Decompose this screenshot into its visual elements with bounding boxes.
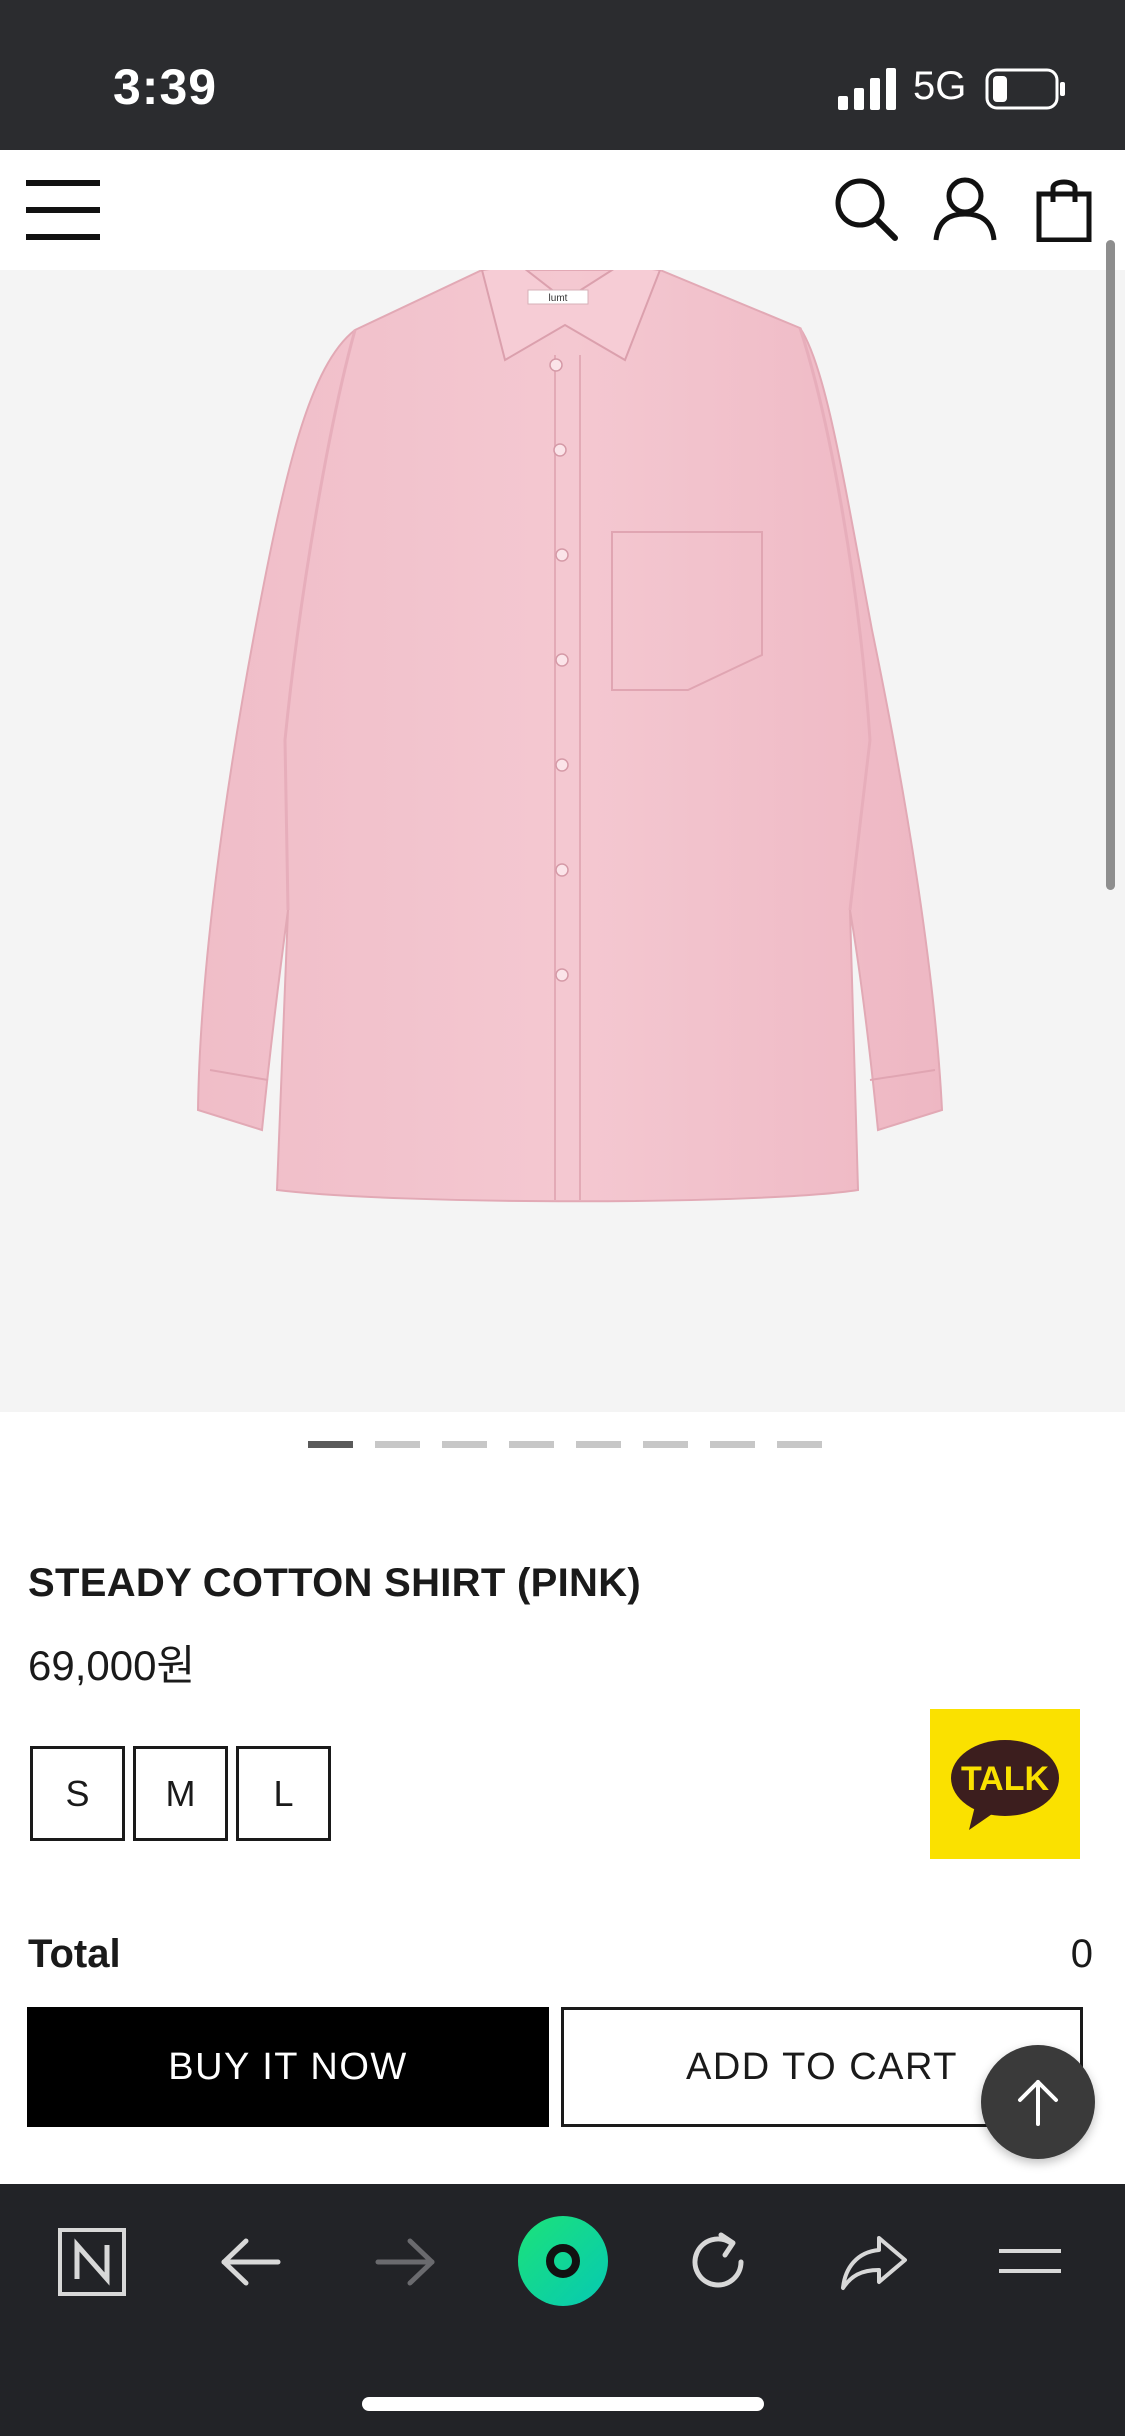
- network-label: 5G: [913, 64, 967, 108]
- size-option-m[interactable]: M: [133, 1746, 228, 1841]
- home-indicator[interactable]: [362, 2397, 764, 2411]
- page-scrollbar[interactable]: [1106, 240, 1115, 890]
- buy-now-button[interactable]: BUY IT NOW: [27, 2007, 549, 2127]
- size-option-s[interactable]: S: [30, 1746, 125, 1841]
- image-indicator-7[interactable]: [710, 1441, 755, 1448]
- kakao-talk-label: TALK: [961, 1760, 1050, 1798]
- total-value: 0: [1070, 1932, 1093, 1976]
- menu-icon[interactable]: [990, 2222, 1070, 2302]
- site-header: [0, 150, 1125, 270]
- scroll-to-top-button[interactable]: [981, 2045, 1095, 2159]
- shopping-bag-icon[interactable]: [1033, 176, 1099, 242]
- size-option-l[interactable]: L: [236, 1746, 331, 1841]
- product-price: 69,000원: [28, 1642, 196, 1689]
- image-indicator-5[interactable]: [576, 1441, 621, 1448]
- kakao-talk-icon: TALK: [951, 1740, 1059, 1830]
- image-indicator-2[interactable]: [375, 1441, 420, 1448]
- back-arrow-icon[interactable]: [210, 2222, 290, 2302]
- image-indicator-8[interactable]: [777, 1441, 822, 1448]
- status-bar: 3:39 5G: [0, 0, 1125, 150]
- image-indicator-4[interactable]: [509, 1441, 554, 1448]
- image-indicator-6[interactable]: [643, 1441, 688, 1448]
- total-label: Total: [28, 1932, 121, 1976]
- arrow-up-icon: [1018, 2080, 1058, 2126]
- battery-icon: [985, 68, 1065, 110]
- svg-text:lumt: lumt: [549, 293, 568, 304]
- image-indicator-1[interactable]: [308, 1441, 353, 1448]
- signal-icon: [838, 68, 896, 110]
- product-image-gallery[interactable]: lumt: [0, 270, 1125, 1412]
- status-time: 3:39: [113, 59, 218, 115]
- menu-icon[interactable]: [26, 180, 100, 240]
- user-icon[interactable]: [932, 176, 998, 242]
- green-dot-home-icon[interactable]: [516, 2214, 610, 2308]
- forward-arrow-icon[interactable]: [366, 2222, 446, 2302]
- size-options: S M L: [30, 1746, 331, 1841]
- naver-n-icon[interactable]: [52, 2222, 132, 2302]
- product-title: STEADY COTTON SHIRT (PINK): [28, 1561, 642, 1605]
- share-icon[interactable]: [834, 2222, 914, 2302]
- kakao-talk-button[interactable]: TALK: [930, 1709, 1080, 1859]
- product-image: lumt: [196, 270, 944, 1203]
- image-indicator-3[interactable]: [442, 1441, 487, 1448]
- search-icon[interactable]: [833, 176, 899, 242]
- image-indicators: [308, 1441, 822, 1449]
- refresh-icon[interactable]: [678, 2222, 758, 2302]
